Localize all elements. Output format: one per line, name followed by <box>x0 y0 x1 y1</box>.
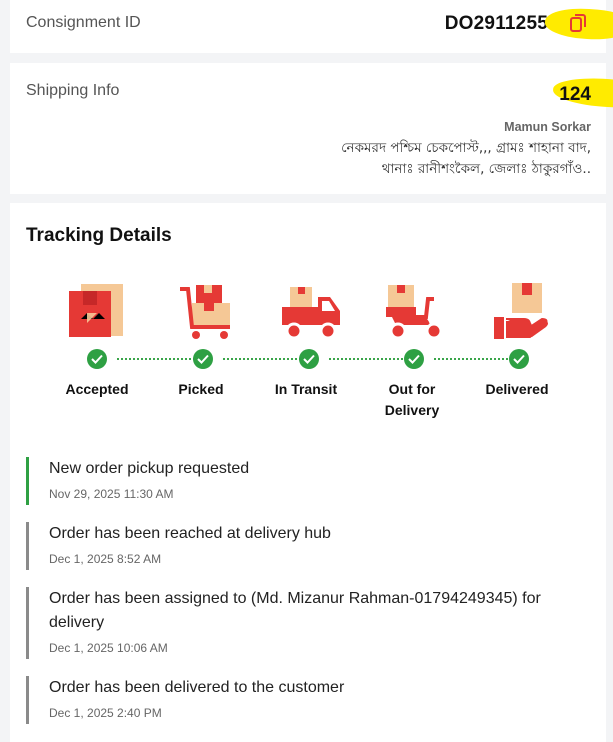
timeline-event: Order has been delivered to the customer… <box>26 676 596 724</box>
step-connector <box>434 358 520 360</box>
hand-box-icon <box>494 283 548 339</box>
step-label-delivered: Delivered <box>485 381 549 397</box>
accepted-box-icon <box>69 284 123 337</box>
event-time: Nov 29, 2025 11:30 AM <box>49 487 174 501</box>
timeline-event: Order has been reached at delivery hub D… <box>26 522 596 570</box>
check-icon <box>91 354 103 364</box>
tracking-card: Tracking Details Accepted Picked In Tran… <box>10 203 606 742</box>
check-icon <box>303 354 315 364</box>
customer-phone: 124 <box>552 76 613 110</box>
step-label-accepted: Accepted <box>65 381 129 397</box>
event-time: Dec 1, 2025 10:06 AM <box>49 641 168 655</box>
shipping-label: Shipping Info <box>26 82 120 99</box>
customer-address: নেকমরদ পশ্চিম চেকপোস্ট,,, গ্রামঃ শাহানা … <box>271 138 591 180</box>
address-line-1: নেকমরদ পশ্চিম চেকপোস্ট,,, গ্রামঃ শাহানা … <box>341 140 591 156</box>
step-connector <box>117 358 203 360</box>
step-check-out-for-delivery <box>404 349 424 369</box>
consignment-id-text: DO2911255 <box>444 13 548 34</box>
consignment-label: Consignment ID <box>26 14 141 31</box>
event-title: Order has been assigned to (Md. Mizanur … <box>49 590 541 631</box>
event-time: Dec 1, 2025 8:52 AM <box>49 552 162 566</box>
step-label-out-for-delivery: Out for Delivery <box>384 381 440 418</box>
step-connector <box>329 358 415 360</box>
customer-name: Mamun Sorkar <box>504 120 591 134</box>
timeline-event: New order pickup requested Nov 29, 2025 … <box>26 457 596 505</box>
copy-icon[interactable] <box>570 14 586 32</box>
timeline-event: Order has been assigned to (Md. Mizanur … <box>26 587 596 659</box>
step-connector <box>223 358 309 360</box>
consignment-id: DO2911255 <box>444 6 613 42</box>
step-check-picked <box>193 349 213 369</box>
consignment-card: Consignment ID DO2911255 <box>10 0 613 53</box>
address-line-2: থানাঃ রানীশংকৈল, জেলাঃ ঠাকুরগাঁও.. <box>381 161 591 177</box>
step-check-in-transit <box>299 349 319 369</box>
event-time: Dec 1, 2025 2:40 PM <box>49 706 162 720</box>
shipping-card: Shipping Info 124 Mamun Sorkar নেকমরদ পশ… <box>10 63 613 194</box>
tracking-steps: Accepted Picked In Transit Out for Deliv… <box>10 203 606 433</box>
check-icon <box>197 354 209 364</box>
event-title: New order pickup requested <box>49 460 250 477</box>
check-icon <box>513 354 525 364</box>
step-label-picked: Picked <box>178 381 224 397</box>
tracking-timeline: New order pickup requested Nov 29, 2025 … <box>26 457 596 741</box>
scooter-icon <box>386 285 443 340</box>
step-check-accepted <box>87 349 107 369</box>
check-icon <box>408 354 420 364</box>
event-title: Order has been delivered to the customer <box>49 679 345 696</box>
phone-suffix: 124 <box>559 84 591 105</box>
step-check-delivered <box>509 349 529 369</box>
cart-icon <box>180 285 230 339</box>
step-label-in-transit: In Transit <box>274 381 338 397</box>
event-title: Order has been reached at delivery hub <box>49 525 331 542</box>
truck-icon <box>282 287 340 340</box>
